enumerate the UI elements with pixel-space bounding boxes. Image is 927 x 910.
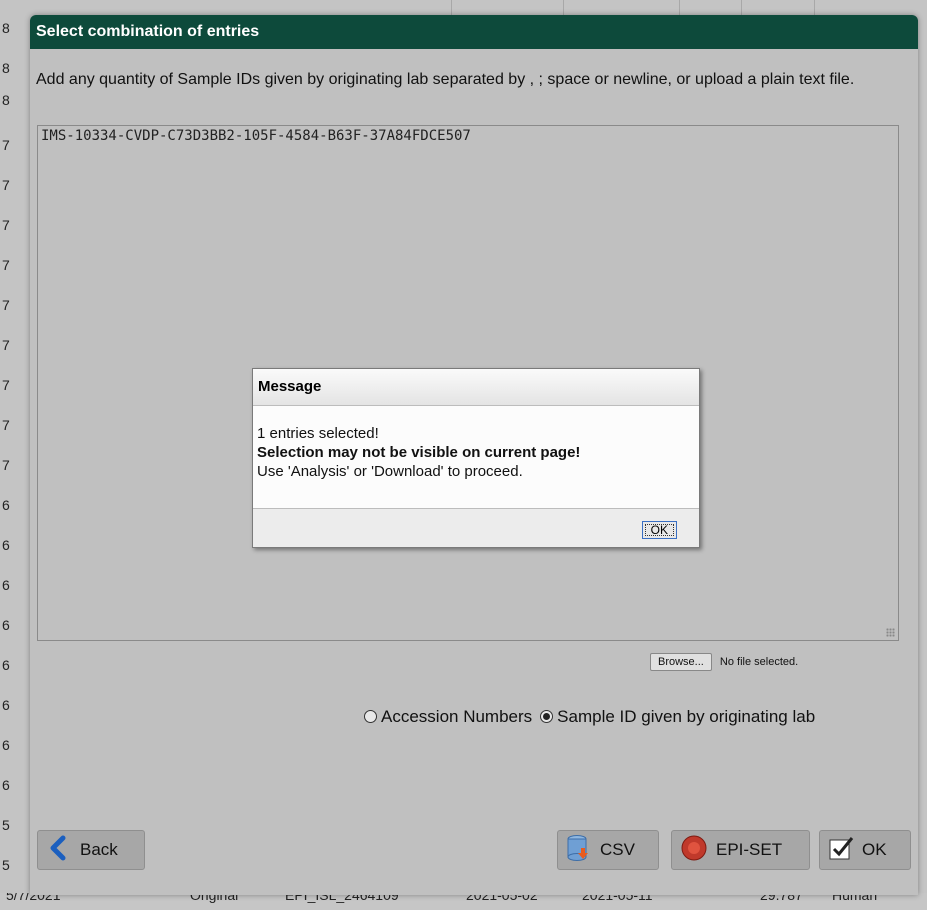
bg-cell: 7: [2, 377, 10, 393]
grid-line: [741, 0, 742, 16]
epi-set-label: EPI-SET: [716, 840, 783, 859]
dialog-title: Select combination of entries: [30, 15, 918, 49]
message-ok-button[interactable]: OK: [641, 521, 677, 539]
back-arrow-icon: [46, 835, 72, 866]
message-popup: Message 1 entries selected! Selection ma…: [252, 368, 700, 548]
ok-button[interactable]: OK: [819, 830, 911, 870]
bg-cell: 7: [2, 417, 10, 433]
checkbox-checked-icon: [828, 835, 854, 866]
bg-cell: 8: [2, 60, 10, 76]
bg-cell: 8: [2, 20, 10, 36]
bg-cell: 7: [2, 217, 10, 233]
bg-cell: 7: [2, 297, 10, 313]
browse-button[interactable]: Browse...: [650, 653, 712, 671]
epi-set-button[interactable]: EPI-SET: [671, 830, 810, 870]
bg-cell: 7: [2, 337, 10, 353]
bg-cell: 6: [2, 577, 10, 593]
bg-cell: 7: [2, 177, 10, 193]
file-status-text: No file selected.: [719, 656, 799, 668]
bg-cell: 7: [2, 137, 10, 153]
bg-cell: 7: [2, 257, 10, 273]
resize-grip-icon[interactable]: [886, 628, 895, 637]
grid-line: [679, 0, 680, 16]
back-label: Back: [80, 840, 118, 859]
bg-cell: 6: [2, 777, 10, 793]
bg-cell: 5: [2, 817, 10, 833]
message-line-2: Selection may not be visible on current …: [257, 444, 581, 461]
grid-line: [814, 0, 815, 16]
csv-database-icon: [566, 834, 592, 867]
instructions-text: Add any quantity of Sample IDs given by …: [36, 71, 855, 88]
id-type-radio-group: Accession Numbers Sample ID given by orig…: [364, 707, 823, 727]
file-upload-row: Browse... No file selected.: [650, 653, 798, 671]
accession-numbers-label[interactable]: Accession Numbers: [381, 707, 532, 726]
csv-label: CSV: [600, 840, 635, 859]
sample-id-radio[interactable]: [540, 710, 554, 723]
back-button[interactable]: Back: [37, 830, 145, 870]
ok-label: OK: [862, 840, 887, 859]
message-line-3: Use 'Analysis' or 'Download' to proceed.: [257, 463, 523, 480]
bg-cell: 6: [2, 537, 10, 553]
bg-cell: 5: [2, 857, 10, 873]
bg-cell: 7: [2, 457, 10, 473]
bg-cell: 6: [2, 737, 10, 753]
grid-line: [563, 0, 564, 16]
sample-id-label[interactable]: Sample ID given by originating lab: [557, 707, 815, 726]
message-line-1: 1 entries selected!: [257, 425, 379, 442]
wax-seal-icon: [680, 834, 708, 867]
bg-cell: 8: [2, 92, 10, 108]
csv-button[interactable]: CSV: [557, 830, 659, 870]
bg-cell: 6: [2, 497, 10, 513]
textarea-value: IMS-10334-CVDP-C73D3BB2-105F-4584-B63F-3…: [41, 128, 471, 144]
accession-numbers-radio[interactable]: [364, 710, 377, 723]
bg-cell: 6: [2, 657, 10, 673]
message-body: 1 entries selected! Selection may not be…: [253, 406, 699, 509]
bg-cell: 6: [2, 697, 10, 713]
message-title: Message: [253, 369, 699, 406]
grid-line: [451, 0, 452, 16]
bg-bottom-row: 5/7/2021 Original EPI_ISL_2464109 2021-0…: [0, 893, 927, 910]
bg-cell: 6: [2, 617, 10, 633]
